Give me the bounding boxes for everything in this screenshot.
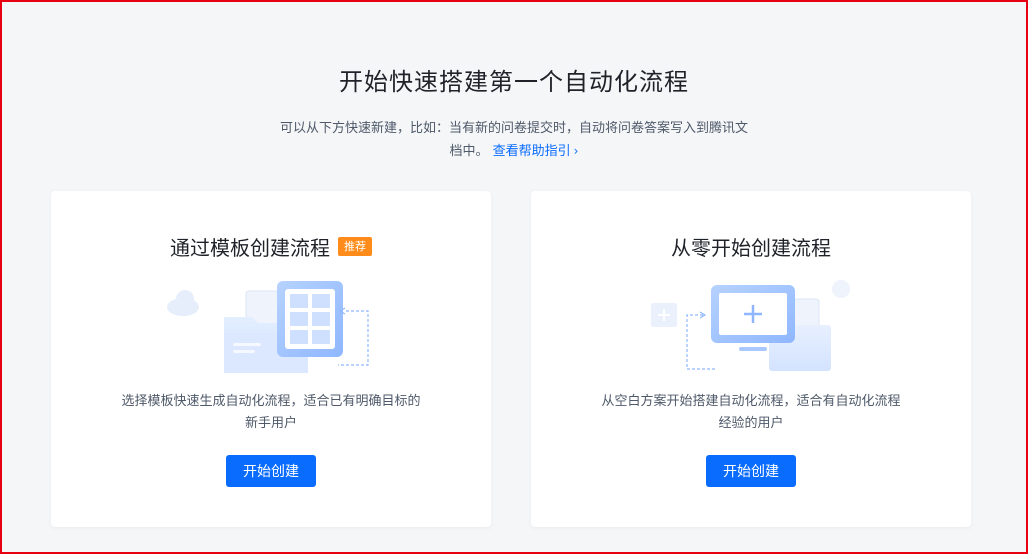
template-illustration-icon [167, 281, 369, 373]
template-create-card: 通过模板创建流程 推荐 选择模板快速生成自动化流程，适合已有明确目标的新手用户 … [51, 191, 491, 527]
hero-section: 开始快速搭建第一个自动化流程 可以从下方快速新建，比如：当有新的问卷提交时，自动… [0, 62, 1028, 163]
card-title: 通过模板创建流程 [170, 235, 330, 260]
blank-create-card: 从零开始创建流程 从空白方案开始搭建自动化流程，适合有自动化流程经验的用户 开始… [531, 191, 971, 527]
template-start-create-button[interactable]: 开始创建 [226, 455, 316, 487]
card-description: 从空白方案开始搭建自动化流程，适合有自动化流程经验的用户 [601, 394, 901, 431]
recommended-badge: 推荐 [338, 236, 372, 256]
help-guide-link[interactable]: 查看帮助指引 › [493, 144, 579, 159]
card-title-row: 从零开始创建流程 [531, 232, 971, 260]
card-title-row: 通过模板创建流程 推荐 [51, 232, 491, 260]
page-title: 开始快速搭建第一个自动化流程 [339, 68, 689, 96]
card-title: 从零开始创建流程 [671, 235, 831, 260]
card-description: 选择模板快速生成自动化流程，适合已有明确目标的新手用户 [121, 394, 421, 431]
page-description: 可以从下方快速新建，比如：当有新的问卷提交时，自动将问卷答案写入到腾讯文档中。 … [279, 117, 749, 163]
blank-canvas-illustration-icon [651, 280, 850, 371]
help-link-label: 查看帮助指引 [492, 144, 571, 159]
chevron-right-icon: › [573, 144, 579, 158]
blank-start-create-button[interactable]: 开始创建 [706, 455, 796, 487]
